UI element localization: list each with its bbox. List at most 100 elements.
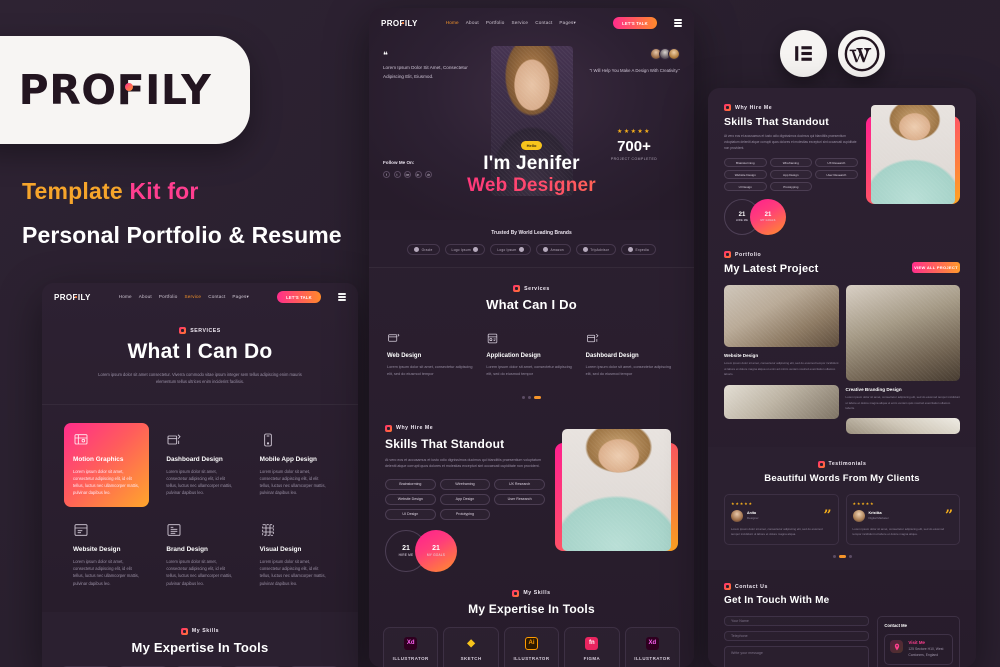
- tool-card[interactable]: fn FIGMA 95%: [564, 626, 620, 667]
- pager-dot[interactable]: [528, 395, 531, 399]
- skill-tag[interactable]: Brainstorming: [724, 158, 767, 168]
- skill-tag[interactable]: UX Research: [494, 478, 545, 490]
- skill-tag[interactable]: Wireframing: [769, 158, 813, 168]
- panelA-hamburger-icon[interactable]: [338, 293, 346, 301]
- panelC-testimonials-title: Beautiful Words From My Clients: [764, 472, 920, 484]
- nav-item-service[interactable]: Service: [184, 294, 201, 300]
- skill-tag[interactable]: UI Design: [724, 182, 767, 192]
- website-design-icon: [73, 522, 89, 538]
- trusted-brands-title: Trusted By World Leading Brands: [491, 230, 572, 236]
- nav-item-about[interactable]: About: [139, 294, 152, 300]
- panelB-logo: PROFILY: [381, 18, 418, 28]
- tool-card[interactable]: Ai ILLUSTRATOR 95%: [503, 626, 560, 667]
- panelC-skills-title: Skills That Standout: [724, 116, 829, 128]
- pager-dot-active[interactable]: [838, 555, 846, 559]
- contact-message-textarea[interactable]: Write your message: [724, 646, 870, 667]
- screenshot-canvas: PROFILY Template Kit for Personal Portfo…: [0, 0, 1000, 667]
- panelB-services-pager[interactable]: [387, 395, 676, 399]
- pager-dot-active[interactable]: [534, 395, 541, 399]
- testimonial-text: Lorem ipsum dolor sit amet, consectetur …: [852, 526, 945, 537]
- dashboard-design-icon: [586, 332, 599, 345]
- tool-card[interactable]: ◆ SKETCH 95%: [443, 626, 499, 667]
- service-card-visual-design[interactable]: Visual Design Lorem ipsum dolor sit amet…: [251, 513, 336, 598]
- brand-logo-pill: Amazon: [536, 244, 571, 255]
- nav-item-about[interactable]: About: [466, 20, 479, 26]
- project-card-website-design[interactable]: Website Design Lorem ipsum dolor sit ame…: [724, 285, 839, 434]
- panelB-navbar: PROFILY Home About Portfolio Service Con…: [369, 8, 694, 38]
- service-card-brand-design[interactable]: Brand Design Lorem ipsum dolor sit amet,…: [157, 513, 242, 598]
- service-card-motion-graphics[interactable]: Motion Graphics Lorem ipsum dolor sit am…: [64, 422, 150, 508]
- stat-value: 21: [738, 211, 746, 218]
- skill-tag[interactable]: Website Design: [724, 170, 767, 180]
- testimonial-card[interactable]: ★★★★★ Kristika Digital Marketer ” Lorem …: [845, 493, 960, 546]
- nav-item-contact[interactable]: Contact: [208, 294, 225, 300]
- panelB-hamburger-icon[interactable]: [674, 19, 682, 27]
- nav-item-portfolio[interactable]: Portfolio: [159, 294, 178, 300]
- panelA-cta-button[interactable]: LET'S TALK: [277, 291, 321, 303]
- skill-tag[interactable]: Prototyping: [769, 182, 813, 192]
- service-text: Lorem ipsum dolor sit amet, consectetur …: [486, 365, 572, 376]
- view-all-projects-button[interactable]: VIEW ALL PROJECT: [912, 262, 960, 274]
- skill-tag[interactable]: App Design: [769, 170, 813, 180]
- project-thumbnail: [845, 417, 960, 434]
- skill-tag[interactable]: App Design: [439, 493, 491, 505]
- service-card-dashboard-design[interactable]: Dashboard Design Lorem ipsum dolor sit a…: [586, 332, 676, 378]
- web-design-icon: [387, 332, 400, 345]
- contact-name-input[interactable]: Your Name: [724, 616, 870, 627]
- service-card-web-design[interactable]: Web Design Lorem ipsum dolor sit amet, c…: [387, 332, 477, 378]
- contact-phone-input[interactable]: Telephone: [724, 631, 870, 642]
- tool-card[interactable]: Xd ILLUSTRATOR 95%: [383, 626, 439, 667]
- skill-tag[interactable]: Brainstorming: [385, 478, 436, 490]
- wordpress-logo-badge: [838, 30, 885, 77]
- nav-item-home[interactable]: Home: [446, 20, 459, 26]
- nav-item-home[interactable]: Home: [119, 294, 132, 300]
- gear-icon: [724, 251, 731, 259]
- testimonial-card[interactable]: ★★★★★ Anita Designer ” Lorem ipsum dolor…: [724, 493, 839, 546]
- profily-logo-text: PROFILY: [19, 66, 212, 114]
- avatar: [668, 48, 680, 60]
- project-card-creative-branding-design[interactable]: Creative Branding Design Lorem ipsum dol…: [845, 285, 960, 434]
- service-card-application-design[interactable]: Application Design Lorem ipsum dolor sit…: [486, 332, 576, 378]
- panelB-cta-button[interactable]: LET'S TALK: [613, 17, 657, 29]
- skill-tag[interactable]: UI Design: [385, 508, 436, 520]
- adobe-xd-icon: Xd: [404, 636, 418, 650]
- adobe-xd-icon: Xd: [645, 636, 659, 650]
- gear-icon: [724, 104, 731, 111]
- service-card-website-design[interactable]: Website Design Lorem ipsum dolor sit ame…: [64, 513, 149, 598]
- nav-item-pages[interactable]: Pages▾: [559, 20, 576, 26]
- brand-logo-pill: Logo Ipsum: [444, 244, 486, 255]
- skill-tag[interactable]: Wireframing: [439, 478, 491, 490]
- panelA-tools-title: My Expertise In Tools: [131, 639, 269, 655]
- tool-name: ILLUSTRATOR: [513, 655, 550, 661]
- service-card-mobile-app-design[interactable]: Mobile App Design Lorem ipsum dolor sit …: [251, 423, 336, 508]
- service-card-dashboard-design[interactable]: Dashboard Design Lorem ipsum dolor sit a…: [157, 423, 242, 508]
- skills-portrait-photo: [870, 105, 955, 204]
- testimonial-stars: ★★★★★: [852, 500, 875, 506]
- nav-item-service[interactable]: Service: [511, 20, 528, 26]
- skill-tag[interactable]: UX Research: [815, 158, 858, 168]
- skills-portrait-frame: [554, 428, 678, 551]
- panelC-testimonials-pager[interactable]: [724, 555, 960, 570]
- skill-tag[interactable]: Website Design: [385, 493, 436, 505]
- pager-dot[interactable]: [848, 555, 852, 559]
- panelA-page-subtitle: Lorem ipsum dolor sit amet consectetur. …: [98, 372, 302, 384]
- nav-item-portfolio[interactable]: Portfolio: [486, 20, 505, 26]
- skill-tag[interactable]: User Research: [815, 170, 858, 180]
- tool-card[interactable]: Xd ILLUSTRATOR 95%: [624, 626, 680, 667]
- nav-item-pages[interactable]: Pages▾: [232, 294, 249, 300]
- skills-portrait-frame: [865, 105, 960, 204]
- contact-side-title: Contact Me: [884, 623, 907, 629]
- pager-dot[interactable]: [832, 555, 836, 559]
- adobe-illustrator-icon: Ai: [524, 636, 538, 650]
- panelB-skills-text: At vero eos et accusamus et iusto odio d…: [385, 457, 542, 469]
- map-pin-icon: [890, 640, 904, 654]
- elementor-logo-badge: [780, 30, 827, 77]
- testimonial-name: Kristika: [868, 511, 882, 516]
- skills-portrait-photo: [561, 428, 671, 551]
- pager-dot[interactable]: [522, 395, 525, 399]
- service-text: Lorem ipsum dolor sit amet, consectetur …: [585, 365, 672, 376]
- skill-tag[interactable]: User Research: [494, 493, 545, 505]
- brand-design-icon: [166, 522, 182, 538]
- skill-tag[interactable]: Prototyping: [439, 508, 491, 520]
- nav-item-contact[interactable]: Contact: [535, 20, 552, 26]
